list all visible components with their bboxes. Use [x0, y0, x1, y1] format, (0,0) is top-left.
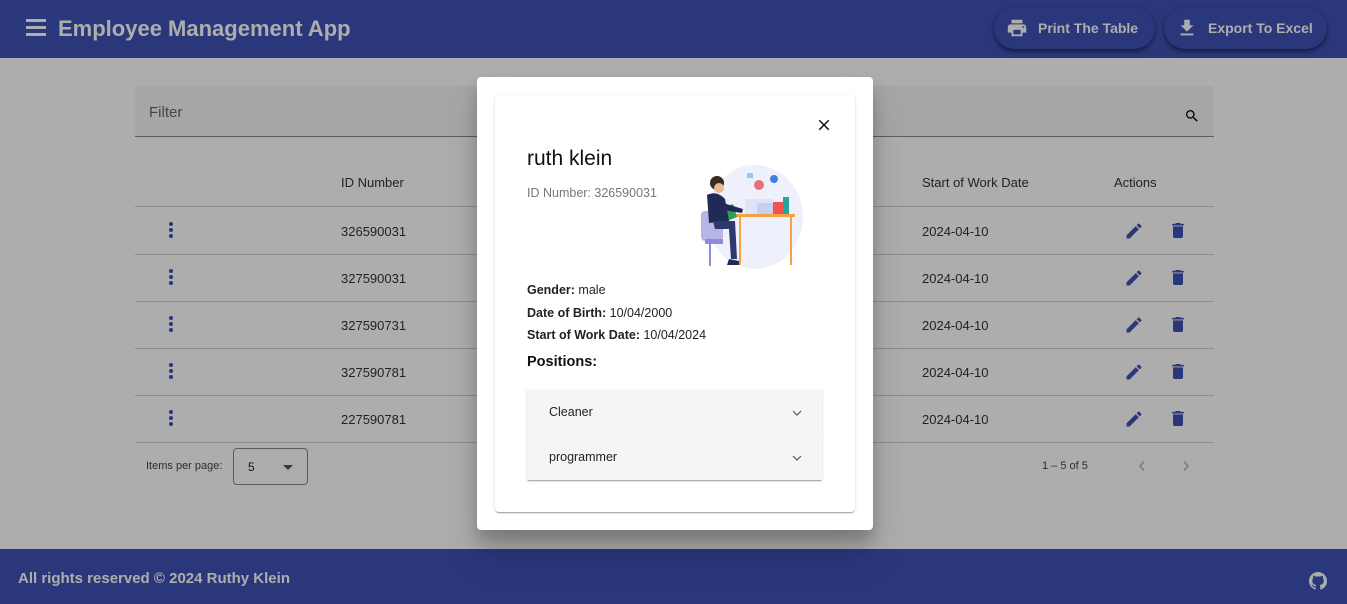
gender-value: male: [578, 283, 606, 297]
gender-label: Gender:: [527, 283, 575, 297]
chevron-down-icon: [792, 410, 802, 416]
start-date-row: Start of Work Date: 10/04/2024: [527, 328, 706, 342]
position-label: Cleaner: [549, 405, 593, 419]
start-date-value: 10/04/2024: [643, 328, 707, 342]
employee-details-dialog: ruth klein ID Number: 326590031 Gender: …: [477, 77, 873, 530]
position-panel-cleaner[interactable]: Cleaner: [527, 390, 822, 435]
employee-id: ID Number: 326590031: [527, 186, 657, 200]
dob-label: Date of Birth:: [527, 306, 607, 320]
positions-title: Positions:: [527, 354, 598, 370]
employee-illustration: [701, 165, 803, 269]
employee-card: ruth klein ID Number: 326590031 Gender: …: [495, 95, 855, 512]
chevron-down-icon: [792, 455, 802, 461]
employee-name: ruth klein: [527, 147, 613, 170]
position-panel-programmer[interactable]: programmer: [527, 435, 822, 480]
position-label: programmer: [549, 450, 618, 464]
close-icon[interactable]: [815, 116, 833, 134]
gender-row: Gender: male: [527, 283, 606, 297]
dob-row: Date of Birth: 10/04/2000: [527, 306, 672, 320]
start-date-label: Start of Work Date:: [527, 328, 640, 342]
dob-value: 10/04/2000: [609, 306, 673, 320]
